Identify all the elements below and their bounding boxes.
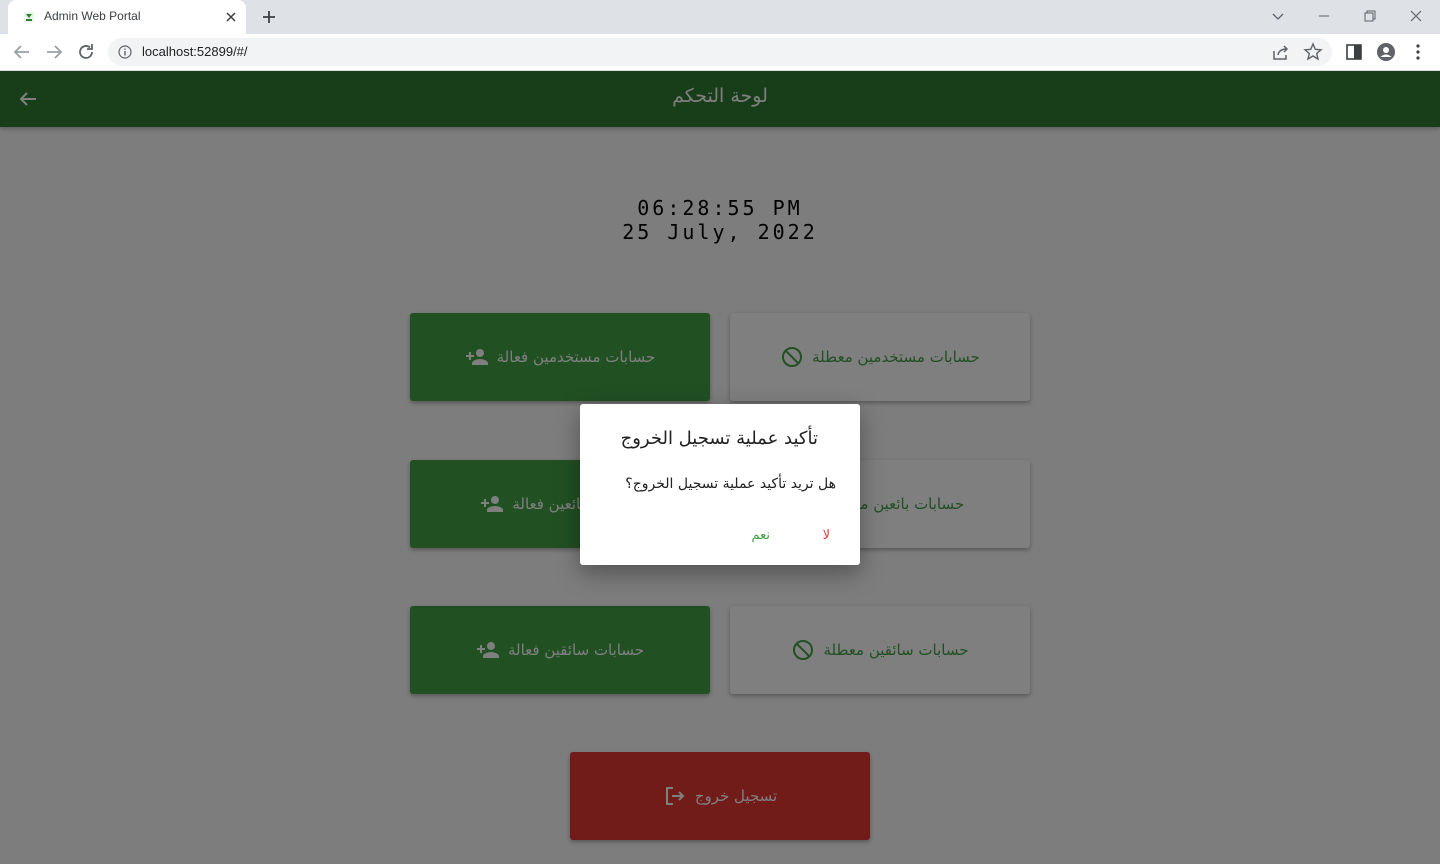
bookmark-star-icon[interactable]: [1302, 41, 1324, 63]
tab-title: Admin Web Portal: [44, 9, 141, 23]
site-info-icon[interactable]: [118, 45, 132, 59]
browser-toolbar: localhost:52899/#/: [0, 34, 1440, 71]
back-icon[interactable]: [11, 41, 33, 63]
share-icon[interactable]: [1270, 41, 1292, 63]
tab-close-icon[interactable]: [222, 8, 240, 26]
browser-tabstrip: Admin Web Portal: [0, 0, 1440, 34]
forward-icon[interactable]: [43, 41, 65, 63]
tab-search-icon[interactable]: [1268, 6, 1288, 26]
logout-confirm-dialog: تأكيد عملية تسجيل الخروج هل تريد تأكيد ع…: [580, 404, 860, 565]
side-panel-icon[interactable]: [1343, 41, 1365, 63]
close-window-icon[interactable]: [1406, 6, 1426, 26]
address-bar[interactable]: localhost:52899/#/: [108, 38, 1332, 66]
restore-icon[interactable]: [1360, 6, 1380, 26]
favicon-icon: [24, 12, 34, 22]
url-text: localhost:52899/#/: [142, 44, 248, 59]
browser-menu-icon[interactable]: [1407, 41, 1429, 63]
new-tab-icon[interactable]: [258, 6, 280, 28]
reload-icon[interactable]: [75, 41, 97, 63]
profile-avatar-icon[interactable]: [1375, 41, 1397, 63]
browser-tab[interactable]: Admin Web Portal: [8, 0, 246, 34]
dialog-no-button[interactable]: لا: [823, 528, 830, 543]
minimize-icon[interactable]: [1314, 6, 1334, 26]
dialog-message: هل تريد تأكيد عملية تسجيل الخروج؟: [625, 476, 836, 492]
dialog-yes-button[interactable]: نعم: [751, 528, 770, 543]
dialog-title: تأكيد عملية تسجيل الخروج: [620, 428, 818, 449]
